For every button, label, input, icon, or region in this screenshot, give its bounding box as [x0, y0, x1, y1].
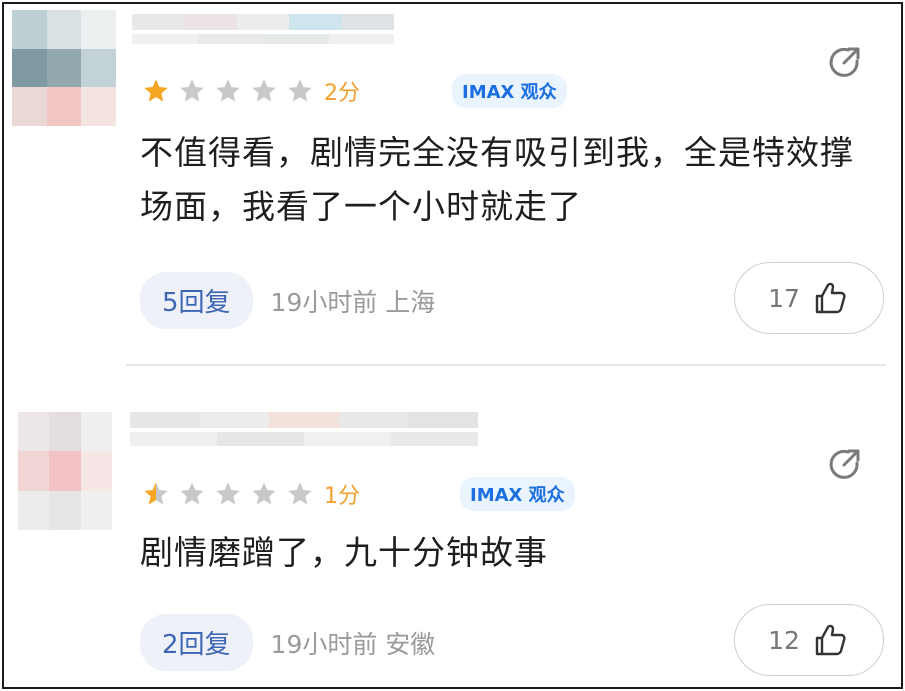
username-blurred[interactable]: [130, 412, 478, 446]
score-label: 1分: [324, 484, 360, 509]
comment-text: 不值得看，剧情完全没有吸引到我，全是特效撑场面，我看了一个小时就走了: [140, 133, 854, 226]
star-icon: [216, 482, 240, 505]
comment-text: 剧情磨蹭了，九十分钟故事: [140, 533, 548, 572]
like-count: 17: [768, 283, 800, 313]
star-icon: [180, 482, 204, 505]
star-icon: [252, 482, 276, 505]
like-button[interactable]: 17: [734, 262, 884, 334]
rating-row: 2分 IMAX 观众: [142, 74, 567, 108]
star-icon: [288, 482, 312, 505]
star-icon: [288, 79, 312, 102]
star-icon: [144, 482, 168, 505]
avatar[interactable]: [12, 10, 116, 126]
comment-meta: 5回复 19小时前 上海: [140, 272, 435, 329]
share-icon[interactable]: [824, 42, 864, 82]
thumb-up-icon: [815, 624, 846, 656]
rating-row: 1分 IMAX 观众: [142, 477, 575, 511]
comment-meta: 2回复 19小时前 安徽: [140, 614, 435, 671]
score-label: 2分: [324, 81, 360, 106]
like-button[interactable]: 12: [734, 604, 884, 676]
like-count: 12: [768, 625, 800, 655]
comment-list: 2分 IMAX 观众 不值得看，剧情完全没有吸引到我，全是特效撑场面，我看了一个…: [2, 2, 903, 689]
time-location: 19小时前 安徽: [270, 629, 436, 659]
comment-card: 2分 IMAX 观众 不值得看，剧情完全没有吸引到我，全是特效撑场面，我看了一个…: [4, 4, 901, 354]
comment-card: 1分 IMAX 观众 剧情磨蹭了，九十分钟故事 2回复 19小时前 安徽 12: [4, 364, 901, 687]
share-icon[interactable]: [824, 444, 864, 484]
star-icon: [144, 79, 168, 102]
time-location: 19小时前 上海: [270, 287, 436, 317]
imax-audience-badge: IMAX 观众: [452, 74, 567, 108]
reply-button[interactable]: 5回复: [140, 272, 253, 329]
star-icon: [252, 79, 276, 102]
thumb-up-icon: [815, 282, 846, 314]
reply-button[interactable]: 2回复: [140, 614, 253, 671]
star-icon: [216, 79, 240, 102]
avatar[interactable]: [18, 412, 112, 530]
imax-audience-badge: IMAX 观众: [460, 477, 575, 511]
username-blurred[interactable]: [132, 14, 395, 44]
star-icon: [180, 79, 204, 102]
